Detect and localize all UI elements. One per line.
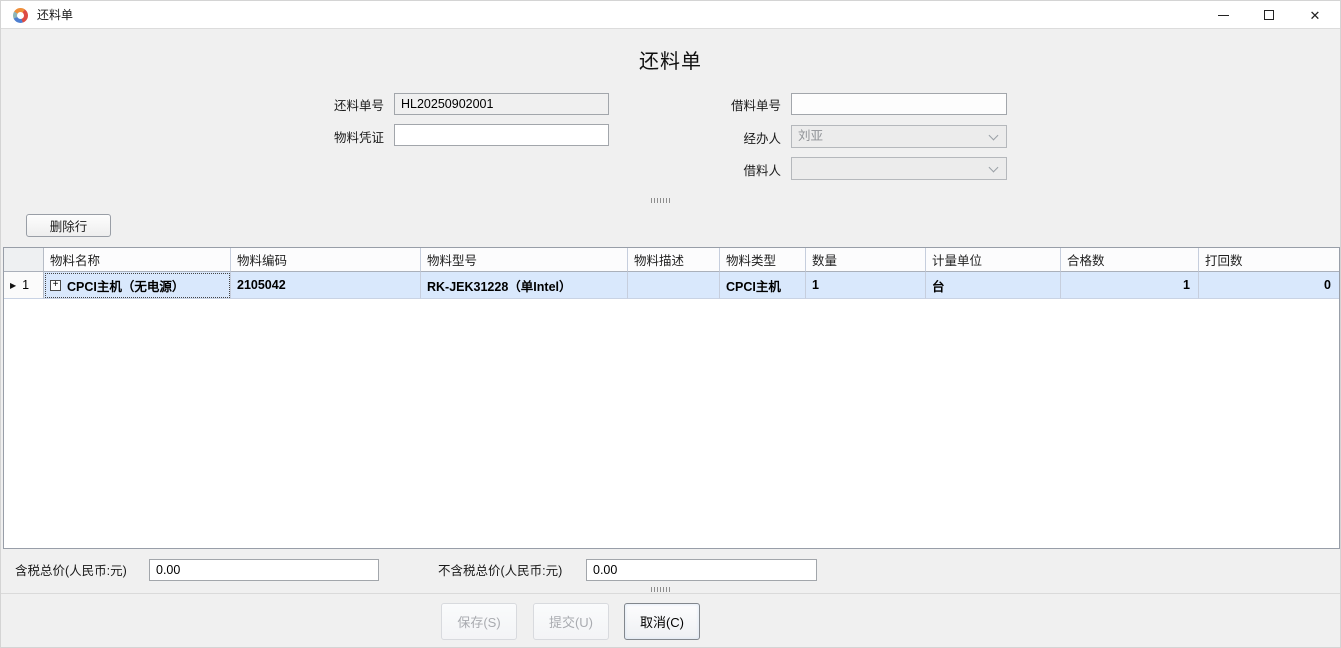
- chevron-down-icon: [989, 163, 999, 173]
- cell-material-name[interactable]: + CPCI主机（无电源）: [44, 272, 231, 299]
- cancel-button[interactable]: 取消(C): [624, 603, 700, 640]
- column-header-material-model[interactable]: 物料型号: [421, 248, 628, 272]
- save-button[interactable]: 保存(S): [441, 603, 517, 640]
- form-header-panel: 还料单 还料单号 物料凭证 借料单号 经办人 刘亚 借料人: [1, 29, 1340, 205]
- row-index: 1: [22, 278, 29, 292]
- cell-rejected-count[interactable]: 0: [1199, 272, 1339, 299]
- row-header-cell[interactable]: ▶ 1: [4, 272, 44, 299]
- cell-quantity[interactable]: 1: [806, 272, 926, 299]
- column-header-quantity[interactable]: 数量: [806, 248, 926, 272]
- voucher-label: 物料凭证: [281, 127, 384, 149]
- return-no-input[interactable]: [394, 93, 609, 115]
- column-header-material-name[interactable]: 物料名称: [44, 248, 231, 272]
- totals-panel: 含税总价(人民币:元) 不含税总价(人民币:元): [1, 549, 1340, 593]
- minimize-button[interactable]: [1200, 1, 1246, 29]
- tax-excluded-input[interactable]: [586, 559, 817, 581]
- table-row[interactable]: ▶ 1 + CPCI主机（无电源） 2105042 RK-JEK31228（单I…: [4, 272, 1339, 299]
- operator-label: 经办人: [671, 128, 781, 150]
- cell-material-type[interactable]: CPCI主机: [720, 272, 806, 299]
- cell-material-desc[interactable]: [628, 272, 720, 299]
- operator-combobox[interactable]: 刘亚: [791, 125, 1007, 148]
- app-icon: [13, 8, 28, 23]
- close-icon: ✕: [1310, 9, 1321, 22]
- grid-corner-cell[interactable]: [4, 248, 44, 272]
- splitter-grip-bottom[interactable]: [651, 587, 670, 592]
- cell-material-model[interactable]: RK-JEK31228（单Intel）: [421, 272, 628, 299]
- tax-included-input[interactable]: [149, 559, 379, 581]
- borrow-no-input[interactable]: [791, 93, 1007, 115]
- minimize-icon: [1218, 15, 1229, 16]
- borrower-combobox[interactable]: [791, 157, 1007, 180]
- titlebar: 还料单 ✕: [1, 1, 1340, 29]
- tax-included-label: 含税总价(人民币:元): [15, 560, 143, 582]
- delete-row-button[interactable]: 删除行: [26, 214, 111, 237]
- close-button[interactable]: ✕: [1292, 1, 1338, 29]
- borrower-label: 借料人: [671, 160, 781, 182]
- footer-button-panel: 保存(S) 提交(U) 取消(C): [1, 593, 1340, 648]
- page-title: 还料单: [1, 45, 1340, 74]
- column-header-rejected-count[interactable]: 打回数: [1199, 248, 1339, 272]
- cell-qualified-count[interactable]: 1: [1061, 272, 1199, 299]
- voucher-input[interactable]: [394, 124, 609, 146]
- column-header-material-type[interactable]: 物料类型: [720, 248, 806, 272]
- column-header-qualified-count[interactable]: 合格数: [1061, 248, 1199, 272]
- expand-icon[interactable]: +: [50, 280, 61, 291]
- splitter-grip-top[interactable]: [651, 198, 670, 203]
- grid-header-row: 物料名称 物料编码 物料型号 物料描述 物料类型 数量 计量单位 合格数 打回数: [4, 248, 1339, 272]
- column-header-unit[interactable]: 计量单位: [926, 248, 1061, 272]
- cell-material-code[interactable]: 2105042: [231, 272, 421, 299]
- return-no-label: 还料单号: [281, 95, 384, 117]
- submit-button[interactable]: 提交(U): [533, 603, 609, 640]
- row-selector-icon: ▶: [10, 281, 16, 290]
- cell-unit[interactable]: 台: [926, 272, 1061, 299]
- grid-toolbar: 删除行: [1, 205, 1340, 247]
- maximize-icon: [1264, 10, 1274, 20]
- maximize-button[interactable]: [1246, 1, 1292, 29]
- materials-grid: 物料名称 物料编码 物料型号 物料描述 物料类型 数量 计量单位 合格数 打回数…: [3, 247, 1340, 549]
- chevron-down-icon: [989, 131, 999, 141]
- return-form-window: 还料单 ✕ 还料单 还料单号 物料凭证 借料单号 经办人 刘亚 借料人 删: [0, 0, 1341, 648]
- operator-value: 刘亚: [798, 126, 823, 147]
- window-controls: ✕: [1200, 1, 1338, 29]
- material-name-text: CPCI主机（无电源）: [67, 276, 184, 295]
- borrow-no-label: 借料单号: [671, 95, 781, 117]
- window-title: 还料单: [37, 1, 73, 29]
- column-header-material-desc[interactable]: 物料描述: [628, 248, 720, 272]
- column-header-material-code[interactable]: 物料编码: [231, 248, 421, 272]
- tax-excluded-label: 不含税总价(人民币:元): [438, 560, 580, 582]
